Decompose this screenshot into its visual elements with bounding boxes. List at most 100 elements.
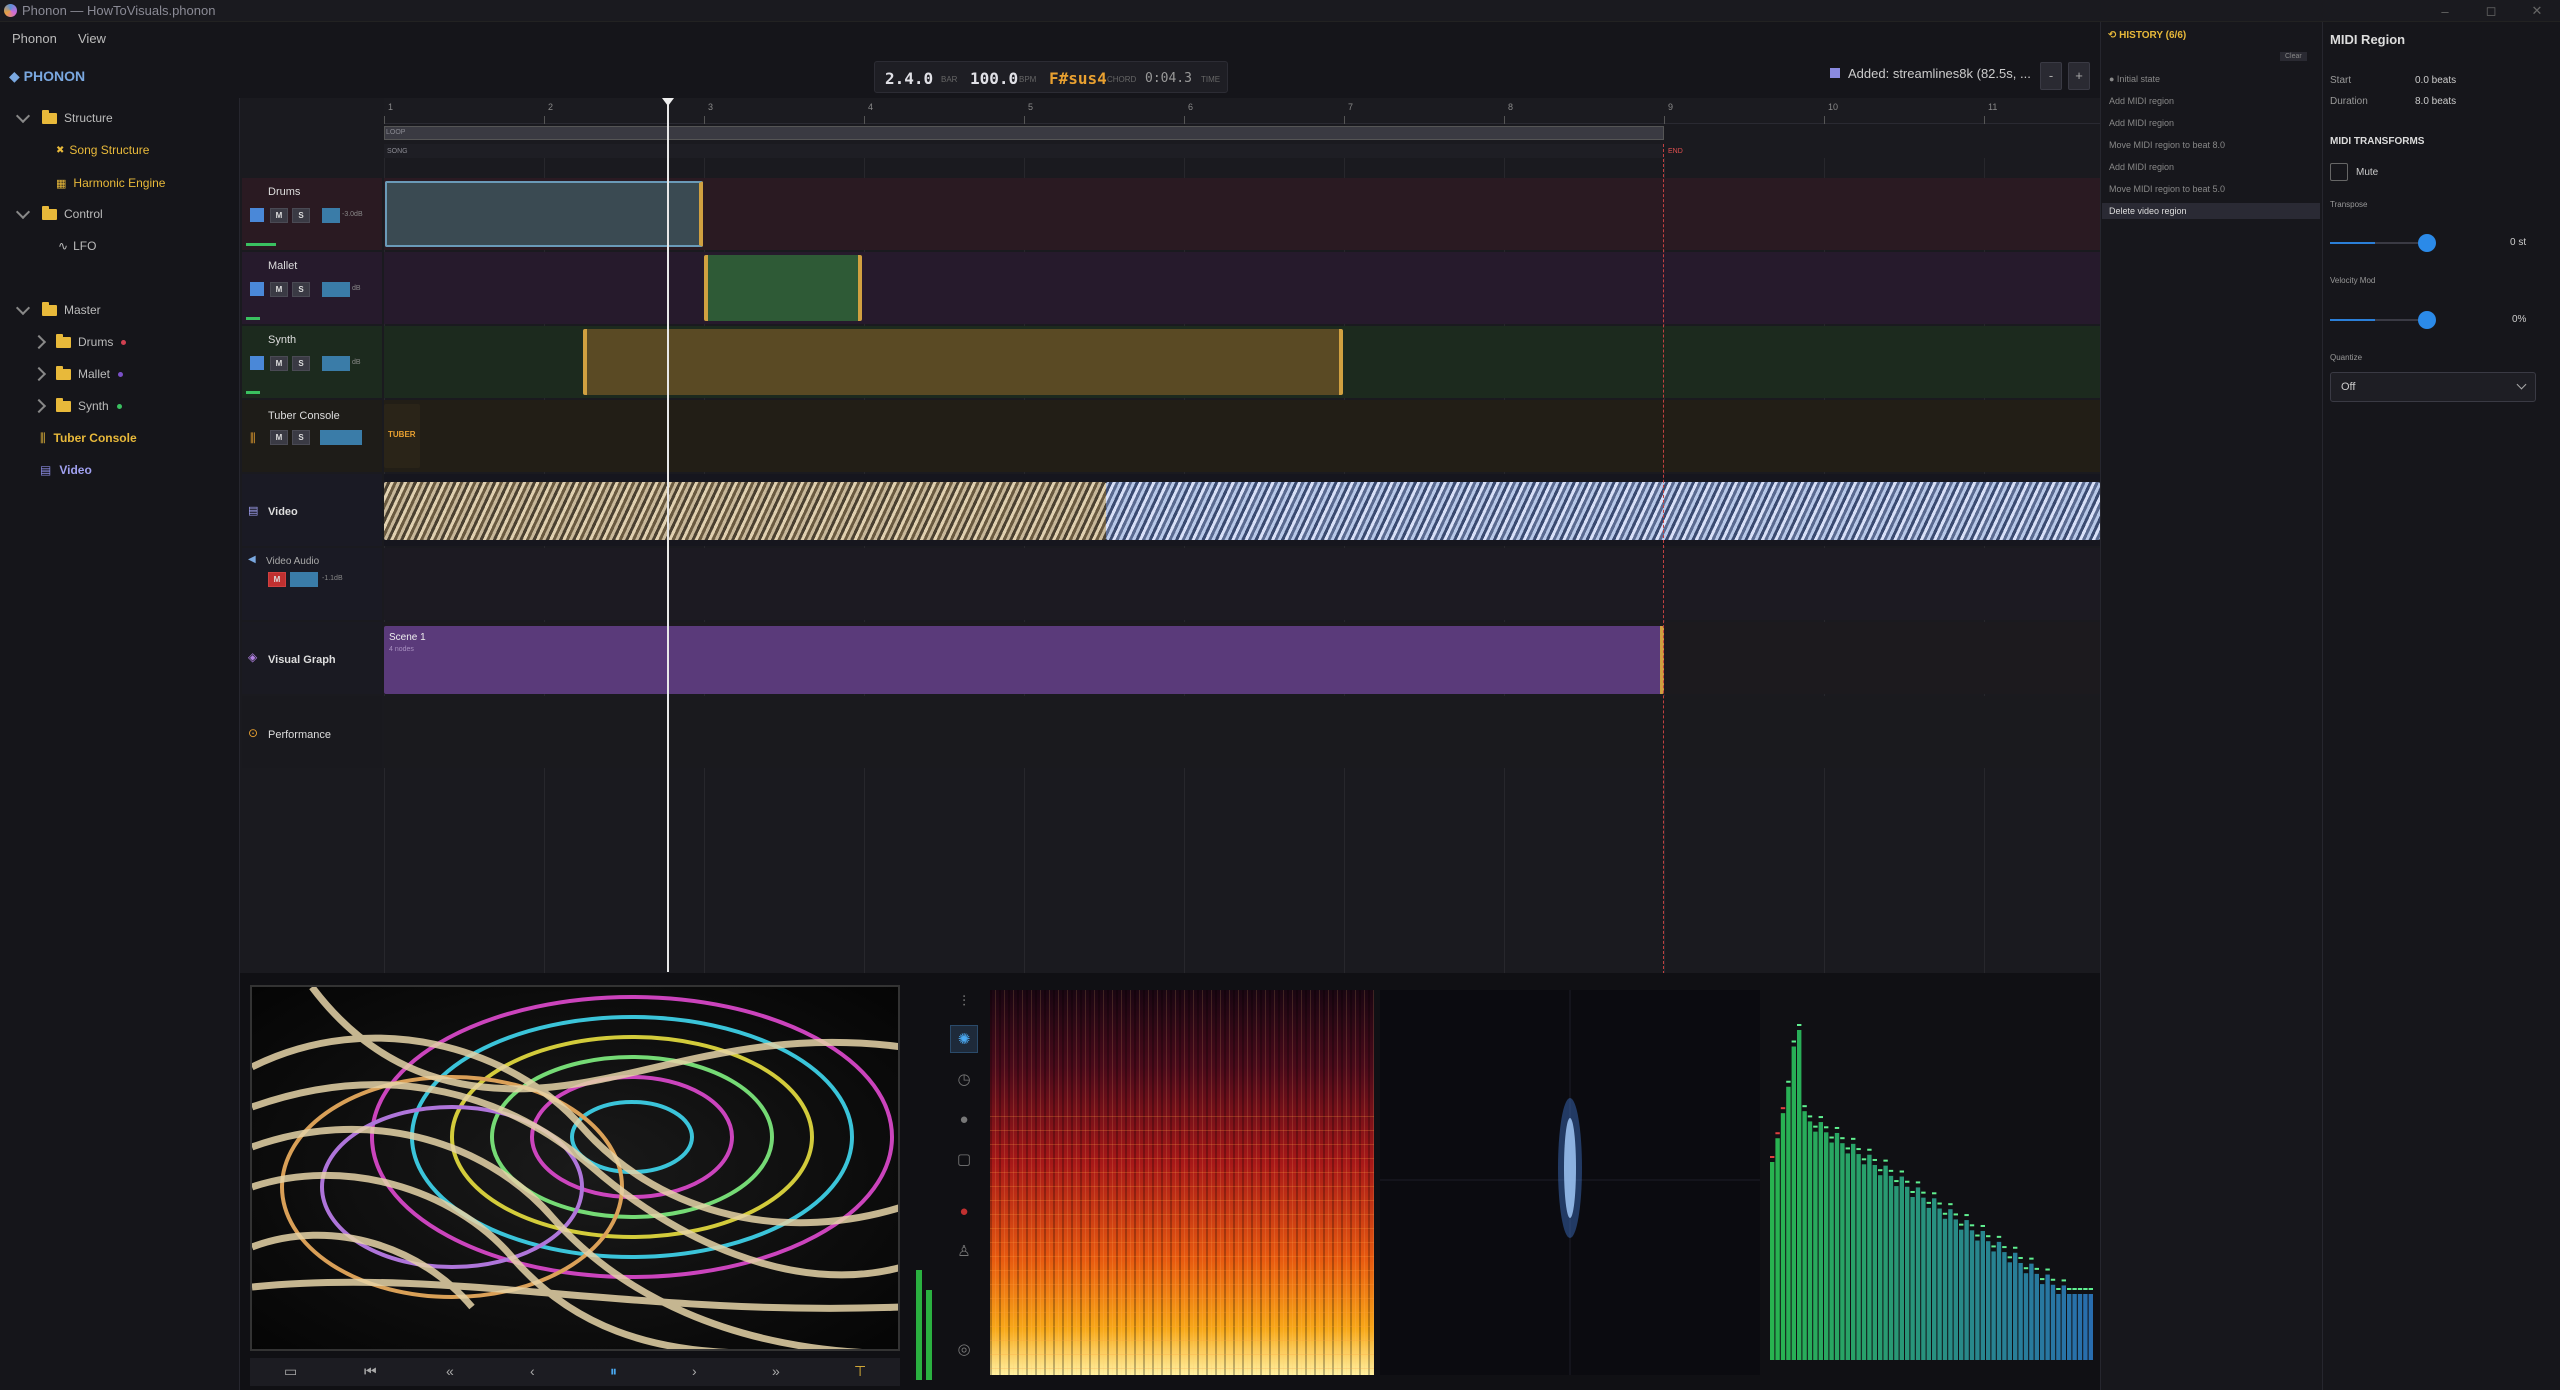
track-color-swatch[interactable] [250,208,264,222]
video-audio-lane[interactable] [384,548,2100,620]
history-item[interactable]: Move MIDI region to beat 8.0 [2109,140,2225,150]
history-clear-button[interactable]: Clear [2280,52,2307,61]
step-back-icon[interactable]: ‹ [530,1363,535,1379]
mute-button[interactable]: M [270,208,288,223]
tree-item-drums[interactable]: Drums [31,331,127,353]
screen-icon[interactable]: ▭ [284,1363,297,1380]
tree-item-video[interactable]: ▤ Video [40,459,92,481]
fast-forward-icon[interactable]: » [772,1363,780,1379]
solo-button[interactable]: S [292,430,310,445]
history-item[interactable]: Delete video region [2102,203,2320,219]
record-icon[interactable]: ● [950,1197,978,1225]
history-item[interactable]: Move MIDI region to beat 5.0 [2109,184,2225,194]
mute-button[interactable]: M [268,572,286,587]
playhead[interactable] [667,98,669,972]
history-item[interactable]: Add MIDI region [2109,96,2174,106]
pause-icon[interactable]: ⏸ [610,1363,617,1380]
menu-view[interactable]: View [78,31,106,46]
zoom-in-button[interactable]: + [2068,62,2090,90]
synth-midi-region[interactable] [583,329,1343,395]
bulb-icon[interactable]: ♙ [950,1237,978,1265]
spectrum-bar [1910,1196,1915,1360]
spectrum-peak [1878,1169,1883,1172]
drums-midi-region[interactable] [385,181,703,247]
scene-region[interactable]: Scene 1 4 nodes [384,626,1664,694]
spectrum-bar [1888,1175,1894,1360]
volume-meter[interactable] [322,356,350,371]
rewind-icon[interactable]: « [446,1363,454,1379]
tree-item-lfo[interactable]: ∿ LFO [58,235,96,257]
mute-button[interactable]: M [270,356,288,371]
tree-item-song-structure[interactable]: ✖ Song Structure [56,139,149,161]
solo-button[interactable]: S [292,356,310,371]
performance-lane[interactable] [384,696,2100,768]
end-marker[interactable] [1663,144,1664,974]
solo-button[interactable]: S [292,208,310,223]
chevron-down-icon[interactable] [15,204,31,220]
playhead-handle-icon[interactable] [662,98,674,106]
zoom-out-button[interactable]: - [2040,62,2062,90]
marker-icon[interactable]: ⊤ [854,1363,866,1380]
tree-item-master[interactable]: Master [15,299,101,321]
video-region-2[interactable] [1106,482,2100,540]
track-color-swatch[interactable] [250,282,264,296]
tree-item-mallet[interactable]: Mallet [31,363,124,385]
chord-value: F#sus4 [1049,69,1107,88]
history-item[interactable]: Add MIDI region [2109,118,2174,128]
quantize-select[interactable]: Off [2330,372,2536,402]
mute-button[interactable]: M [270,282,288,297]
tree-item-tuber-console[interactable]: ⫼ Tuber Console [40,427,137,449]
volume-meter[interactable] [320,430,362,445]
tree-item-harmonic-engine[interactable]: ▦ Harmonic Engine [56,172,165,194]
chevron-right-icon[interactable] [31,398,47,414]
palette-icon[interactable]: ● [950,1105,978,1133]
brain-icon[interactable]: ✺ [950,1025,978,1053]
step-forward-icon[interactable]: › [692,1363,697,1379]
spectrum-bar [1775,1138,1780,1360]
minimize-button[interactable]: – [2422,0,2468,22]
volume-meter[interactable] [290,572,318,587]
volume-meter[interactable] [322,282,350,297]
chevron-down-icon[interactable] [15,300,31,316]
transpose-value: 0 st [2510,237,2527,248]
chevron-right-icon[interactable] [31,334,47,350]
mallet-midi-region[interactable] [704,255,862,321]
mallet-lane[interactable] [384,252,2100,324]
skip-start-icon[interactable]: ⏮ [364,1363,377,1380]
track-color-swatch[interactable] [250,356,264,370]
drums-track-header: Drums M S -3.0dB [242,178,382,250]
close-button[interactable]: ✕ [2514,0,2560,22]
volume-meter[interactable] [322,208,340,223]
menu-phonon[interactable]: Phonon [12,31,57,46]
clock-icon[interactable]: ◷ [950,1065,978,1093]
spectrum-bar [1894,1186,1899,1360]
history-item[interactable]: Add MIDI region [2109,162,2174,172]
frame-icon[interactable]: ▢ [950,1145,978,1173]
tempo-value[interactable]: 100.0 [970,69,1018,88]
tree-item-structure[interactable]: Structure [15,107,113,129]
tree-label: Master [64,303,101,317]
loop-bar[interactable] [384,126,1664,140]
speaker-icon: ◀ [248,554,256,565]
video-track-header: ▤ Video [242,474,382,546]
spectrum-peak [2050,1278,2056,1281]
spectrum-bar [2018,1262,2023,1360]
tuber-lane[interactable] [384,400,2100,472]
mute-checkbox[interactable] [2330,163,2348,181]
spectrum-peak [1856,1148,1861,1151]
chevron-right-icon[interactable] [31,366,47,382]
history-item[interactable]: ● Initial state [2109,74,2160,84]
snapshot-icon[interactable]: ◎ [950,1335,978,1363]
maximize-button[interactable]: ◻ [2468,0,2514,22]
solo-button[interactable]: S [292,282,310,297]
tuber-region[interactable]: TUBER [384,404,420,468]
mute-button[interactable]: M [270,430,288,445]
tree-item-synth[interactable]: Synth [31,395,122,417]
mixer-icon[interactable]: ⫶ [950,987,978,1015]
spectrum-bar [2072,1294,2077,1360]
video-region-1[interactable] [384,482,1106,540]
timeline-ruler[interactable]: 1 2 3 4 5 6 7 8 9 10 11 [384,98,2100,124]
chevron-down-icon[interactable] [15,108,31,124]
duration-value: 8.0 beats [2415,96,2457,107]
tree-item-control[interactable]: Control [15,203,103,225]
